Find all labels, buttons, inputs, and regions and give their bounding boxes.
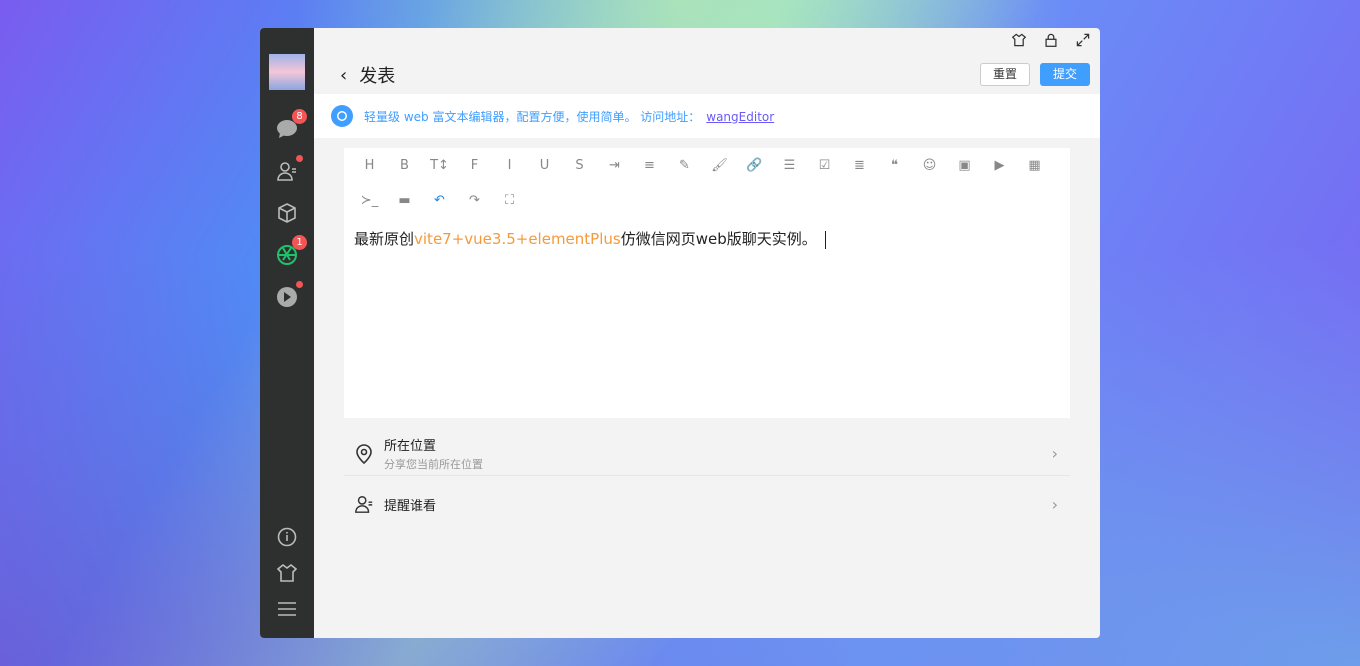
toolbar-button-4[interactable]: I — [492, 148, 527, 183]
toolbar-button-24[interactable]: ⛶ — [492, 183, 527, 218]
back-icon[interactable]: ‹ — [340, 65, 347, 86]
sidebar-item-moments[interactable]: 1 — [275, 243, 299, 267]
box-icon — [277, 203, 297, 223]
toolbar-button-2[interactable]: T↕ — [422, 148, 457, 183]
page-title: 发表 — [359, 62, 395, 88]
wangeditor-link[interactable]: wangEditor — [706, 110, 774, 124]
toolbar-button-8[interactable]: ≡ — [632, 148, 667, 183]
chrome-icon — [330, 104, 354, 128]
chevron-right-icon: › — [1052, 495, 1058, 514]
about-button[interactable] — [275, 525, 299, 549]
sidebar-item-chat[interactable]: 8 — [275, 117, 299, 141]
notification-dot — [296, 155, 303, 162]
toolbar-button-5[interactable]: U — [527, 148, 562, 183]
text-caret — [825, 231, 826, 249]
moments-badge: 1 — [292, 235, 307, 250]
row-title: 所在位置 — [384, 435, 483, 454]
info-banner: 轻量级 web 富文本编辑器，配置方便，使用简单。 访问地址： wangEdito… — [314, 94, 1100, 138]
toolbar-button-13[interactable]: ☑ — [807, 148, 842, 183]
skin-button[interactable] — [275, 561, 299, 585]
chevron-right-icon: › — [1052, 444, 1058, 463]
toolbar-button-21[interactable]: ▬ — [387, 183, 422, 218]
submit-button[interactable]: 提交 — [1040, 63, 1090, 86]
main-panel: ‹ 发表 重置 提交 轻量级 web 富文本编辑器，配置方便，使用简单。 访问地… — [314, 28, 1100, 638]
toolbar-button-7[interactable]: ⇥ — [597, 148, 632, 183]
menu-icon — [277, 601, 297, 617]
location-row[interactable]: 所在位置分享您当前所在位置 › — [344, 432, 1070, 476]
toolbar-button-10[interactable]: 🖌 — [702, 148, 737, 183]
avatar[interactable] — [269, 54, 305, 90]
skin-icon[interactable] — [1012, 33, 1026, 51]
contacts-icon — [354, 494, 374, 514]
app-window: 8 1 ‹ 发表 重置 提交 轻量级 web 富文本编辑器，配置方便，使用简单。… — [260, 28, 1100, 638]
shirt-icon — [277, 563, 297, 583]
row-title: 提醒谁看 — [384, 495, 436, 514]
toolbar-button-12[interactable]: ☰ — [772, 148, 807, 183]
toolbar-button-22[interactable]: ↶ — [422, 183, 457, 218]
reset-button[interactable]: 重置 — [980, 63, 1030, 86]
mention-row[interactable]: 提醒谁看 › — [344, 482, 1070, 526]
toolbar-button-9[interactable]: ✎ — [667, 148, 702, 183]
editor-content[interactable]: 最新原创vite7+vue3.5+elementPlus仿微信网页web版聊天实… — [344, 218, 1070, 259]
toolbar-button-19[interactable]: ▦ — [1017, 148, 1052, 183]
maximize-icon[interactable] — [1076, 33, 1090, 51]
sidebar-item-video[interactable] — [275, 285, 299, 309]
lock-icon[interactable] — [1044, 33, 1058, 51]
row-subtitle: 分享您当前所在位置 — [384, 456, 483, 472]
chat-badge: 8 — [292, 109, 307, 124]
sidebar-item-favorites[interactable] — [275, 201, 299, 225]
content-text: 仿微信网页web版聊天实例。 — [621, 230, 817, 248]
content-highlight: vite7+vue3.5+elementPlus — [414, 230, 621, 248]
play-icon — [276, 286, 298, 308]
toolbar-button-14[interactable]: ≣ — [842, 148, 877, 183]
menu-button[interactable] — [275, 597, 299, 621]
toolbar-button-1[interactable]: B — [387, 148, 422, 183]
contacts-icon — [276, 160, 298, 182]
toolbar-button-0[interactable]: H — [352, 148, 387, 183]
toolbar-button-15[interactable]: ❝ — [877, 148, 912, 183]
sidebar-item-contacts[interactable] — [275, 159, 299, 183]
toolbar-button-11[interactable]: 🔗 — [737, 148, 772, 183]
toolbar-button-16[interactable]: ☺ — [912, 148, 947, 183]
rich-text-editor[interactable]: HBT↕FIUS⇥≡✎🖌🔗☰☑≣❝☺▣▶▦ ≻_▬↶↷⛶ 最新原创vite7+vu… — [344, 148, 1070, 418]
toolbar-button-23[interactable]: ↷ — [457, 183, 492, 218]
toolbar-button-3[interactable]: F — [457, 148, 492, 183]
sidebar: 8 1 — [260, 28, 314, 638]
info-text: 轻量级 web 富文本编辑器，配置方便，使用简单。 访问地址： — [364, 110, 700, 124]
toolbar-button-6[interactable]: S — [562, 148, 597, 183]
notification-dot — [296, 281, 303, 288]
toolbar-button-18[interactable]: ▶ — [982, 148, 1017, 183]
editor-toolbar: HBT↕FIUS⇥≡✎🖌🔗☰☑≣❝☺▣▶▦ ≻_▬↶↷⛶ — [344, 148, 1070, 218]
content-text: 最新原创 — [354, 230, 414, 248]
info-icon — [277, 527, 297, 547]
location-pin-icon — [355, 444, 373, 464]
toolbar-button-20[interactable]: ≻_ — [352, 183, 387, 218]
toolbar-button-17[interactable]: ▣ — [947, 148, 982, 183]
